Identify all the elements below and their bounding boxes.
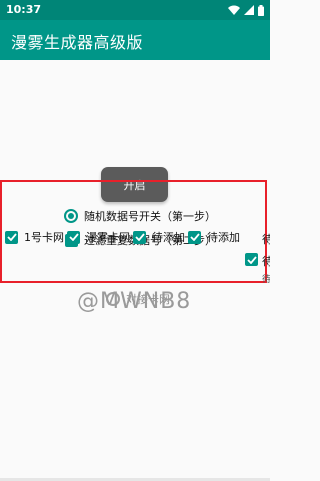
signal-icon xyxy=(244,5,254,15)
status-bar: 10:37 xyxy=(0,0,270,20)
radio-selected-icon xyxy=(64,209,78,223)
checkbox-checked-icon xyxy=(133,230,146,244)
random-number-switch-radio[interactable]: 随机数据号开关（第一步） xyxy=(64,208,216,224)
overflow-text-fragment: 待 xyxy=(262,275,270,285)
checkbox-checked-icon xyxy=(5,230,18,244)
app-screen: 10:37 漫雾生成器高级版 开启 随机数据号开关（第一步） 过滤重复数据号（第… xyxy=(0,0,270,481)
watermark: @MWNB8 xyxy=(77,289,192,314)
overflow-checkbox[interactable] xyxy=(245,253,258,266)
pending-add-2-label: 待添加 xyxy=(207,231,240,244)
wifi-icon xyxy=(228,5,240,15)
battery-icon xyxy=(258,4,264,16)
overflow-text-fragment: 待 xyxy=(262,255,270,268)
pending-add-1-label: 待添加 xyxy=(152,231,185,244)
manwu-card-net-checkbox[interactable]: 漫雾卡网 xyxy=(67,229,130,245)
checkbox-checked-icon xyxy=(245,253,258,266)
card-net-1-label: 1号卡网 xyxy=(24,231,64,244)
checkbox-checked-icon xyxy=(67,230,80,244)
checkbox-checked-icon xyxy=(188,230,201,244)
app-title: 漫雾生成器高级版 xyxy=(11,33,144,52)
pending-add-1-checkbox[interactable]: 待添加 xyxy=(133,229,185,245)
status-time: 10:37 xyxy=(6,3,42,16)
card-net-1-checkbox[interactable]: 1号卡网 xyxy=(5,229,64,245)
random-number-switch-label: 随机数据号开关（第一步） xyxy=(84,210,216,223)
status-icons xyxy=(228,4,264,16)
pending-add-2-checkbox[interactable]: 待添加 xyxy=(188,229,240,245)
manwu-card-net-label: 漫雾卡网 xyxy=(86,231,130,244)
app-bar: 漫雾生成器高级版 xyxy=(0,20,270,60)
overflow-text-fragment: 待 xyxy=(262,233,270,246)
